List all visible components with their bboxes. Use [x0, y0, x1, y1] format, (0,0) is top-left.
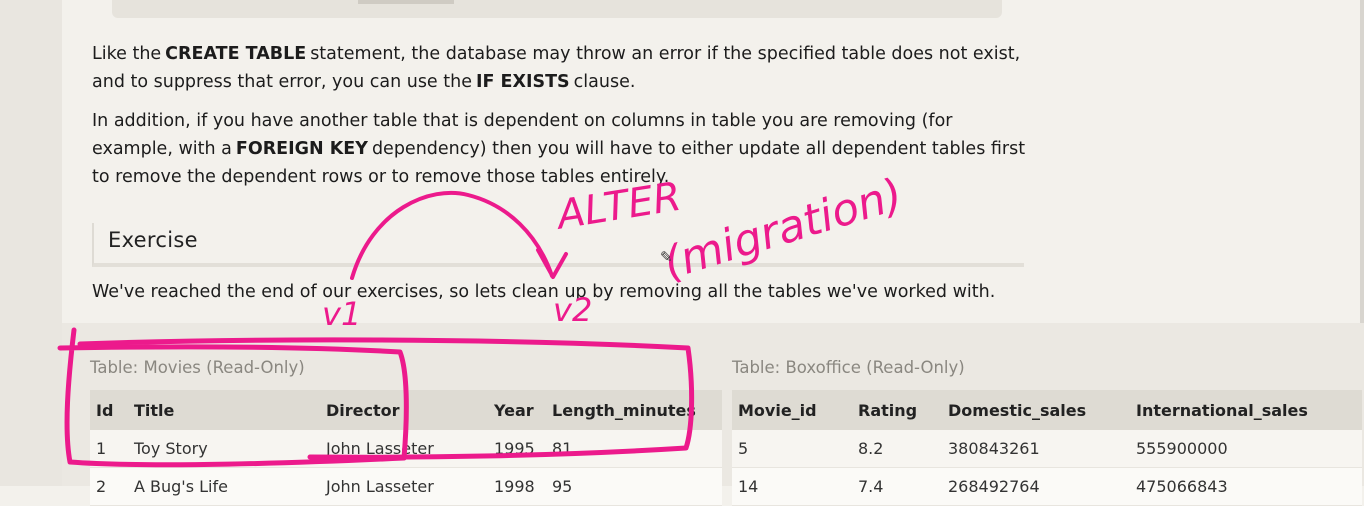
table-header-row: Id Title Director Year Length_minutes — [90, 390, 722, 430]
code-block — [112, 0, 1002, 18]
paragraph-drop-table: Like the CREATE TABLE statement, the datab… — [92, 44, 1021, 92]
table-cell: 7.4 — [852, 467, 942, 506]
boxoffice-table: Movie_id Rating Domestic_sales Internati… — [732, 390, 1362, 506]
column-header: Id — [90, 390, 128, 430]
table-cell: 8.2 — [852, 430, 942, 468]
column-header: Director — [320, 390, 488, 430]
movies-table: Id Title Director Year Length_minutes 1 … — [90, 390, 722, 506]
table-cell: 1995 — [488, 430, 546, 468]
table-row: 2 A Bug's Life John Lasseter 1998 95 — [90, 467, 722, 506]
table-header-row: Movie_id Rating Domestic_sales Internati… — [732, 390, 1362, 430]
table-row: 5 8.2 380843261 555900000 — [732, 430, 1362, 468]
table-cell: 268492764 — [942, 467, 1130, 506]
table-cell: 380843261 — [942, 430, 1130, 468]
column-header: Title — [128, 390, 320, 430]
table-cell: John Lasseter — [320, 430, 488, 468]
left-gutter — [0, 0, 62, 486]
movies-table-caption: Table: Movies (Read-Only) — [90, 358, 305, 377]
boxoffice-table-caption: Table: Boxoffice (Read-Only) — [732, 358, 965, 377]
table-cell: 2 — [90, 467, 128, 506]
column-header: Domestic_sales — [942, 390, 1130, 430]
table-row: 1 Toy Story John Lasseter 1995 81 — [90, 430, 722, 468]
keyword-if-exists: IF EXISTS — [475, 72, 570, 92]
column-header: Rating — [852, 390, 942, 430]
table-cell: John Lasseter — [320, 467, 488, 506]
keyword-create-table: CREATE TABLE — [165, 44, 307, 64]
exercise-text: We've reached the end of our exercises, … — [92, 282, 996, 302]
column-header: Year — [488, 390, 546, 430]
column-header: Length_minutes — [546, 390, 722, 430]
table-cell: 5 — [732, 430, 852, 468]
keyword-foreign-key: FOREIGN KEY — [235, 139, 368, 159]
table-cell: 1998 — [488, 467, 546, 506]
code-selection — [358, 0, 454, 4]
table-cell: Toy Story — [128, 430, 320, 468]
pen-cursor-icon: ✎ — [660, 248, 673, 266]
table-cell: 475066843 — [1130, 467, 1362, 506]
table-cell: 14 — [732, 467, 852, 506]
table-cell: A Bug's Life — [128, 467, 320, 506]
table-cell: 95 — [546, 467, 722, 506]
table-cell: 81 — [546, 430, 722, 468]
table-cell: 1 — [90, 430, 128, 468]
column-header: Movie_id — [732, 390, 852, 430]
exercise-title: Exercise — [108, 228, 198, 252]
table-cell: 555900000 — [1130, 430, 1362, 468]
paragraph-dependency: In addition, if you have another table t… — [92, 111, 1026, 187]
exercise-heading: Exercise — [92, 223, 1024, 267]
table-row: 14 7.4 268492764 475066843 — [732, 467, 1362, 506]
column-header: International_sales — [1130, 390, 1362, 430]
